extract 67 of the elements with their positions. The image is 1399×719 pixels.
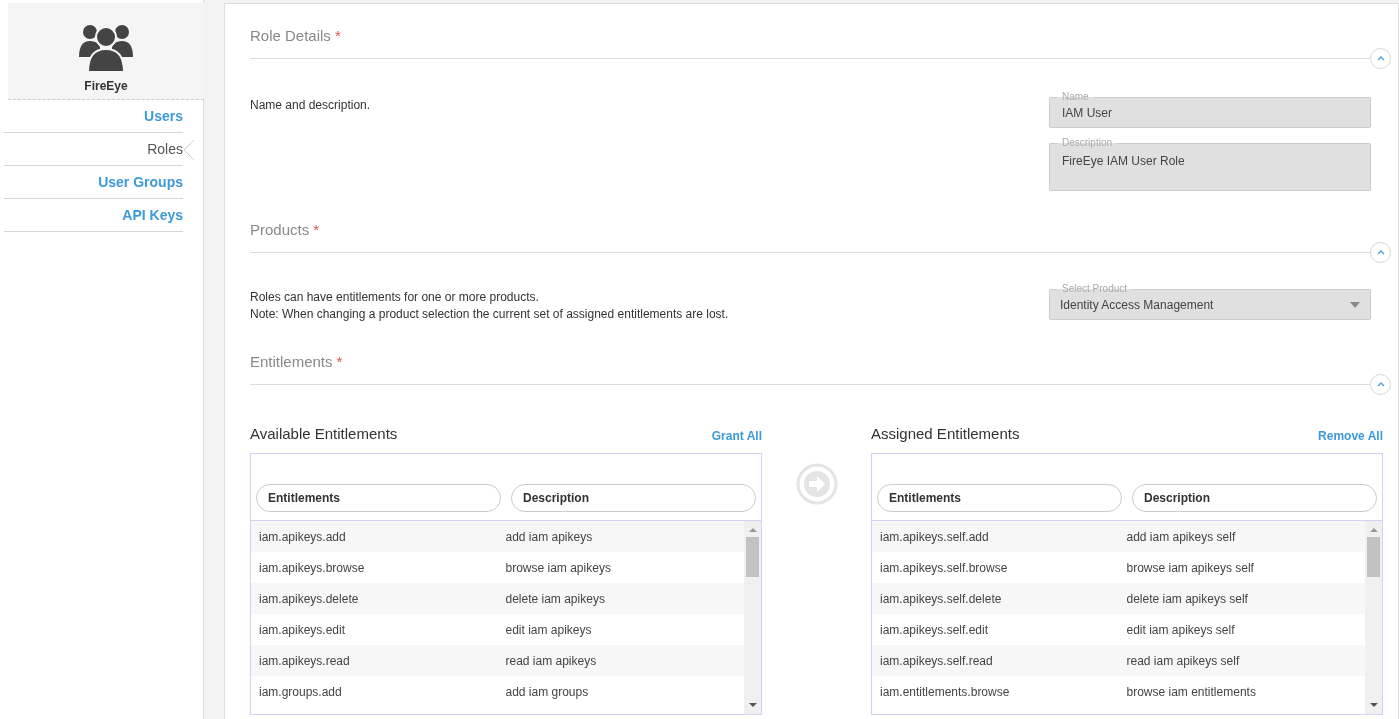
table-cell-text: edit iam apikeys self [1125,621,1236,639]
section-title: Products [250,221,310,238]
section-title: Role Details [250,27,331,44]
table-cell-text: iam.apikeys.self.add [879,528,990,546]
scroll-down-icon[interactable] [748,702,757,708]
table-cell-text: browse iam entitlements [1125,683,1257,701]
field-label: Select Product [1057,283,1133,295]
table-row[interactable]: iam.apikeys.self.delete delete iam apikeys self [872,583,1365,614]
table-cell-text: iam.apikeys.self.read [879,652,994,670]
collapse-button[interactable] [1370,48,1391,69]
section-hint: Name and description. [250,97,372,114]
list-title: Assigned Entitlements [871,423,1020,444]
section-hint: Note: When changing a product selection the current set of assigned entitlements are lost. [250,306,730,323]
table-cell-text: iam.apikeys.self.delete [879,590,1003,608]
table-cell-text: iam.apikeys.self.browse [879,559,1009,577]
dropdown-caret-icon [1350,301,1360,308]
table-cell-text: read iam apikeys [504,652,598,670]
table-cell-text: add iam apikeys [504,528,594,546]
table-cell-text: iam.apikeys.self.edit [879,621,990,639]
collapse-button[interactable] [1370,374,1391,395]
section-hint: Roles can have entitlements for one or more products. [250,289,540,306]
scroll-up-icon[interactable] [1369,527,1378,533]
required-mark: * [313,221,320,238]
required-mark: * [336,353,343,370]
table-row[interactable]: iam.apikeys.self.read read iam apikeys self [872,645,1365,676]
table-row[interactable]: iam.apikeys.self.add add iam apikeys self [872,521,1365,552]
collapse-button[interactable] [1370,242,1391,263]
table-cell-text: delete iam apikeys [504,590,606,608]
table-row[interactable]: iam.apikeys.read read iam apikeys [251,645,744,676]
column-header[interactable]: Description [511,484,756,512]
table-cell-text: iam.apikeys.edit [258,621,347,639]
scrollbar[interactable] [744,521,761,714]
table-cell-text: iam.apikeys.delete [258,590,360,608]
users-group-icon [78,23,134,73]
table-cell-text: add iam apikeys self [1125,528,1237,546]
nav-item[interactable]: Roles [4,133,183,166]
field-label: Description [1057,137,1118,149]
table-cell-text: iam.entitlements.browse [879,683,1011,701]
column-header[interactable]: Description [1132,484,1377,512]
table-cell-text: add iam groups [504,683,590,701]
required-mark: * [334,27,341,44]
table-cell-text: read iam apikeys self [1125,652,1241,670]
scroll-thumb[interactable] [746,537,759,577]
table-cell-text: iam.groups.add [258,683,343,701]
field-label: Name [1057,91,1094,103]
scrollbar[interactable] [1365,521,1382,714]
scroll-down-icon[interactable] [1369,702,1378,708]
table-cell-text: iam.apikeys.add [258,528,347,546]
chevron-up-icon [1376,382,1385,387]
column-header[interactable]: Entitlements [256,484,501,512]
selection-pointer-icon [183,140,194,160]
chevron-up-icon [1376,250,1385,255]
table-row[interactable]: iam.apikeys.add add iam apikeys [251,521,744,552]
section-title: Entitlements [250,353,333,370]
table-cell-text: iam.apikeys.read [258,652,351,670]
table-cell-text: browse iam apikeys [504,559,612,577]
table-cell-text: edit iam apikeys [504,621,593,639]
table-cell-text: iam.apikeys.browse [258,559,366,577]
table-row[interactable]: iam.apikeys.delete delete iam apikeys [251,583,744,614]
list-title: Available Entitlements [250,423,398,444]
scroll-thumb[interactable] [1367,537,1380,577]
logo-label: FireEye [84,78,128,95]
table-cell-text: delete iam apikeys self [1125,590,1249,608]
chevron-up-icon [1376,56,1385,61]
scroll-up-icon[interactable] [748,527,757,533]
table-cell-text: browse iam apikeys self [1125,559,1255,577]
column-header[interactable]: Entitlements [877,484,1122,512]
